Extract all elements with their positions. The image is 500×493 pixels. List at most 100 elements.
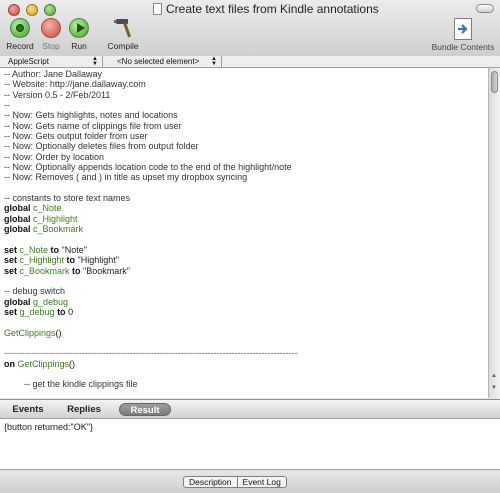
tab-result[interactable]: Result bbox=[119, 403, 171, 416]
navigation-bar: AppleScript ▲ ▼ <No selected element> ▲ ▼ bbox=[0, 56, 500, 68]
stop-icon bbox=[41, 18, 61, 38]
code-line: on GetClippings() bbox=[4, 359, 298, 369]
close-button[interactable] bbox=[8, 4, 20, 16]
compile-label: Compile bbox=[107, 41, 139, 51]
code-line: -- Now: Removes ( and ) in title as upse… bbox=[4, 172, 298, 182]
code-line: -- Now: Optionally deletes files from ou… bbox=[4, 141, 298, 151]
title-toolbar: Create text files from Kindle annotation… bbox=[0, 0, 500, 57]
code-token: () bbox=[55, 327, 62, 338]
minimize-button[interactable] bbox=[26, 4, 38, 16]
code-line: -- Now: Order by location bbox=[4, 152, 298, 162]
run-button[interactable]: Run bbox=[67, 18, 91, 51]
code-line: -- Now: Optionally appends location code… bbox=[4, 162, 298, 172]
code-token: global bbox=[4, 203, 33, 214]
code-token: "Highlight" bbox=[77, 255, 119, 266]
code-line: global g_debug bbox=[4, 297, 298, 307]
code-token: set bbox=[4, 255, 20, 266]
scroll-down-icon[interactable]: ▼ bbox=[491, 385, 497, 391]
code-token: on bbox=[4, 358, 18, 369]
stop-label: Stop bbox=[42, 41, 60, 51]
code-line: set c_Bookmark to "Bookmark" bbox=[4, 266, 298, 276]
code-token: to bbox=[69, 265, 84, 276]
code-token: c_Note bbox=[33, 203, 62, 214]
result-pane[interactable]: {button returned:"OK"} bbox=[0, 419, 500, 469]
code-token: -- constants to store text names bbox=[4, 193, 131, 204]
code-token: -- get the kindle clippings file bbox=[4, 379, 138, 390]
code-token: ----------------------------------------… bbox=[4, 348, 298, 359]
code-token: -- Now: Optionally appends location code… bbox=[4, 162, 292, 173]
code-token: global bbox=[4, 224, 33, 235]
code-token: g_debug bbox=[19, 306, 55, 317]
code-token: c_Note bbox=[19, 244, 49, 255]
window-title: Create text files from Kindle annotation… bbox=[166, 2, 379, 16]
code-token: -- bbox=[4, 100, 10, 111]
record-label: Record bbox=[6, 41, 34, 51]
code-line: -- get the kindle clippings file bbox=[4, 379, 298, 389]
result-tab-bar: Events Replies Result bbox=[0, 399, 500, 419]
document-icon[interactable] bbox=[153, 3, 162, 15]
code-line: -- Version 0.5 - 2/Feb/2011 bbox=[4, 90, 298, 100]
scrollbar-thumb[interactable] bbox=[491, 71, 498, 93]
code-line: -- constants to store text names bbox=[4, 193, 298, 203]
record-icon bbox=[10, 18, 30, 38]
code-line: set c_Note to "Note" bbox=[4, 245, 298, 255]
record-button[interactable]: Record bbox=[5, 18, 35, 51]
bundle-contents-button[interactable]: Bundle Contents bbox=[430, 18, 496, 52]
code-token: -- Now: Gets highlights, notes and locat… bbox=[4, 110, 178, 121]
script-editor[interactable]: -- Author: Jane Dallaway -- Website: http… bbox=[0, 68, 488, 398]
toolbar-toggle-button[interactable] bbox=[476, 4, 494, 13]
bundle-contents-label: Bundle Contents bbox=[431, 42, 495, 52]
element-popup[interactable]: <No selected element> ▲ ▼ bbox=[103, 56, 222, 67]
stop-button[interactable]: Stop bbox=[38, 18, 64, 51]
code-token: "Bookmark" bbox=[83, 265, 130, 276]
code-token: set bbox=[4, 265, 20, 276]
code-line: -- debug switch bbox=[4, 286, 298, 296]
vertical-scrollbar[interactable]: ▲ ▼ bbox=[488, 68, 500, 398]
code-token: g_debug bbox=[33, 296, 69, 307]
code-token: () bbox=[69, 358, 76, 369]
code-token: set bbox=[4, 306, 20, 317]
code-token: global bbox=[4, 213, 33, 224]
code-token: global bbox=[4, 296, 33, 307]
language-value: AppleScript bbox=[8, 57, 49, 66]
code-token: -- Now: Removes ( and ) in title as upse… bbox=[4, 172, 248, 183]
event-log-button[interactable]: Event Log bbox=[236, 477, 286, 487]
code-token: -- Now: Optionally deletes files from ou… bbox=[4, 141, 199, 152]
code-token: to bbox=[48, 244, 62, 255]
code-token: 0 bbox=[68, 306, 74, 317]
popup-arrows-icon: ▲ ▼ bbox=[211, 56, 217, 67]
code-line: global c_Bookmark bbox=[4, 224, 298, 234]
code-token: to bbox=[64, 255, 78, 266]
description-button[interactable]: Description bbox=[184, 477, 237, 487]
view-segmented-control[interactable]: Description Event Log bbox=[183, 476, 287, 488]
code-token: "Note" bbox=[61, 244, 87, 255]
element-value: <No selected element> bbox=[117, 57, 200, 66]
bundle-contents-icon bbox=[454, 18, 472, 40]
zoom-button[interactable] bbox=[44, 4, 56, 16]
hammer-icon bbox=[111, 17, 135, 39]
scroll-up-icon[interactable]: ▲ bbox=[491, 373, 497, 379]
code-token: c_Bookmark bbox=[19, 265, 70, 276]
tab-events[interactable]: Events bbox=[6, 403, 50, 416]
code-token: to bbox=[54, 306, 69, 317]
code-token: GetClippings bbox=[17, 358, 70, 369]
language-popup[interactable]: AppleScript ▲ ▼ bbox=[0, 56, 103, 67]
code-line: -- Now: Gets highlights, notes and locat… bbox=[4, 110, 298, 120]
code-line: GetClippings() bbox=[4, 328, 298, 338]
code-token: c_Highlight bbox=[19, 255, 65, 266]
compile-button[interactable]: Compile bbox=[106, 17, 140, 51]
tab-replies[interactable]: Replies bbox=[62, 403, 106, 416]
bottom-bar: Description Event Log bbox=[0, 469, 500, 493]
code-line: set c_Highlight to "Highlight" bbox=[4, 255, 298, 265]
code-token: -- Now: Gets output folder from user bbox=[4, 131, 148, 142]
script-text[interactable]: -- Author: Jane Dallaway -- Website: http… bbox=[4, 69, 298, 390]
code-token: GetClippings bbox=[4, 327, 56, 338]
result-value: {button returned:"OK"} bbox=[4, 422, 93, 432]
code-token: -- debug switch bbox=[4, 286, 66, 297]
